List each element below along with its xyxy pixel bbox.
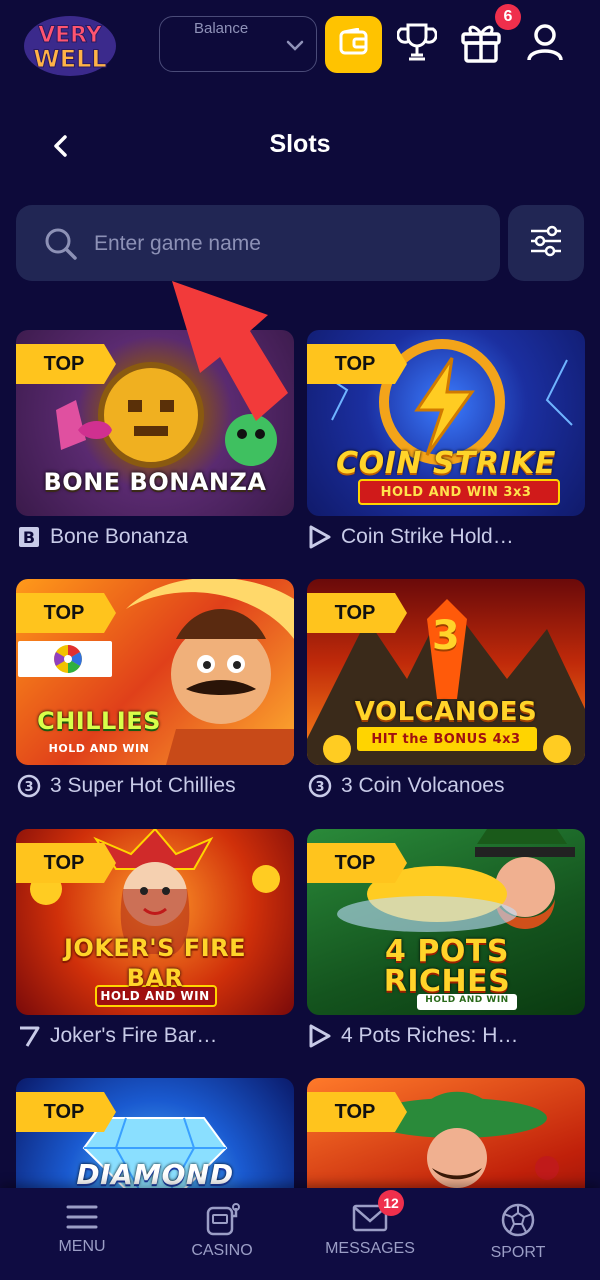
nav-casino-label: CASINO (191, 1242, 253, 1259)
soccer-ball-icon (501, 1203, 535, 1237)
top-badge: TOP (16, 344, 116, 384)
b-provider-icon: B (16, 524, 42, 550)
menu-icon (66, 1205, 98, 1229)
nav-sport[interactable]: SPORT (448, 1198, 588, 1278)
game-art-number: 3 (431, 613, 461, 659)
game-art-subtitle: HOLD AND WIN (425, 995, 509, 1005)
balance-dropdown[interactable]: Balance (159, 16, 317, 72)
top-badge: TOP (16, 1092, 116, 1132)
game-art-title: BONE BONANZA (43, 468, 267, 496)
game-thumbnail[interactable]: TOP COIN STRIKE HOLD AND WIN 3x3 (307, 330, 585, 516)
game-name: 4 Pots Riches: H… (341, 1024, 519, 1047)
red-arrow-annotation (160, 275, 290, 425)
nav-sport-label: SPORT (490, 1244, 546, 1261)
game-art-subtitle: HOLD AND WIN (100, 989, 210, 1003)
balance-label: Balance (194, 20, 249, 37)
game-art-subtitle: HOLD AND WIN (48, 742, 150, 755)
play-provider-icon (307, 524, 333, 550)
game-art-title: CHILLIES (37, 707, 161, 735)
game-art-title: COIN STRIKE (336, 446, 556, 481)
game-art-subtitle: HOLD AND WIN 3x3 (380, 485, 532, 500)
wallet-icon (339, 27, 369, 61)
3oaks-provider-icon: 3 (307, 773, 333, 799)
page-title: Slots (269, 130, 331, 158)
trophy-button[interactable] (394, 20, 440, 68)
game-thumbnail[interactable]: TOP JOKER'S FIRE BAR HOLD AND WIN (16, 829, 294, 1015)
nav-menu-label: MENU (58, 1238, 106, 1255)
game-art-title: DIAMOND (76, 1158, 234, 1191)
game-thumbnail[interactable]: TOP 4 POTS RICHES HOLD AND WIN (307, 829, 585, 1015)
game-name: Bone Bonanza (50, 525, 188, 548)
search-input[interactable] (92, 223, 476, 265)
logo-text-well: WELL (33, 45, 106, 73)
game-art-title: VOLCANOES (354, 697, 538, 727)
search-bar (16, 205, 500, 281)
chevron-down-icon (286, 39, 304, 57)
wheel-overlay (18, 641, 112, 677)
trophy-icon (396, 21, 438, 68)
game-name: Coin Strike Hold… (341, 525, 514, 548)
wallet-button[interactable] (325, 16, 382, 73)
nav-menu[interactable]: MENU (12, 1198, 152, 1278)
game-card[interactable]: TOP CHILLIES HOLD AND WIN 3 3 Super Hot … (16, 579, 294, 799)
game-card[interactable]: TOP 3 VOLCANOES HIT the BONUS 4x3 3 3 Co… (307, 579, 585, 799)
nav-messages-label: MESSAGES (325, 1240, 415, 1257)
game-card[interactable]: TOP COIN STRIKE HOLD AND WIN 3x3 Coin St… (307, 330, 585, 550)
3oaks-provider-icon: 3 (16, 773, 42, 799)
play-provider-icon (307, 1023, 333, 1049)
game-art-title: 4 POTS RICHES (383, 934, 511, 999)
filter-sliders-icon (528, 225, 564, 262)
top-badge: TOP (16, 843, 116, 883)
game-name: Joker's Fire Bar… (50, 1024, 218, 1047)
game-art-subtitle: HIT the BONUS 4x3 (371, 732, 521, 747)
game-thumbnail[interactable]: TOP CHILLIES HOLD AND WIN (16, 579, 294, 765)
top-badge: TOP (16, 593, 116, 633)
game-name: 3 Coin Volcanoes (341, 774, 505, 797)
top-badge: TOP (307, 344, 407, 384)
very-well-logo[interactable]: VERY WELL (22, 12, 118, 78)
nav-messages[interactable]: MESSAGES (300, 1198, 440, 1278)
top-badge: TOP (307, 1092, 407, 1132)
seven-provider-icon (16, 1023, 42, 1049)
profile-button[interactable] (522, 20, 568, 68)
svg-text:B: B (23, 528, 35, 547)
game-name: 3 Super Hot Chillies (50, 774, 236, 797)
game-card[interactable]: TOP 4 POTS RICHES HOLD AND WIN 4 Pots Ri… (307, 829, 585, 1049)
search-icon (44, 227, 78, 266)
user-icon (525, 22, 565, 67)
game-thumbnail[interactable]: TOP 3 VOLCANOES HIT the BONUS 4x3 (307, 579, 585, 765)
game-card[interactable]: TOP JOKER'S FIRE BAR HOLD AND WIN Joker'… (16, 829, 294, 1049)
gift-count-badge: 6 (495, 4, 521, 30)
gift-button[interactable] (458, 20, 504, 68)
messages-count-badge: 12 (378, 1190, 404, 1216)
filter-button[interactable] (508, 205, 584, 281)
gift-icon (459, 20, 503, 69)
slot-machine-icon (206, 1203, 240, 1236)
nav-casino[interactable]: CASINO (152, 1198, 292, 1278)
svg-text:3: 3 (24, 780, 33, 795)
game-art-title: JOKER'S FIRE BAR (64, 934, 246, 992)
svg-text:3: 3 (315, 780, 324, 795)
bottom-navigation: MENU CASINO MESSAGES 12 SPORT (0, 1188, 600, 1280)
top-badge: TOP (307, 843, 407, 883)
